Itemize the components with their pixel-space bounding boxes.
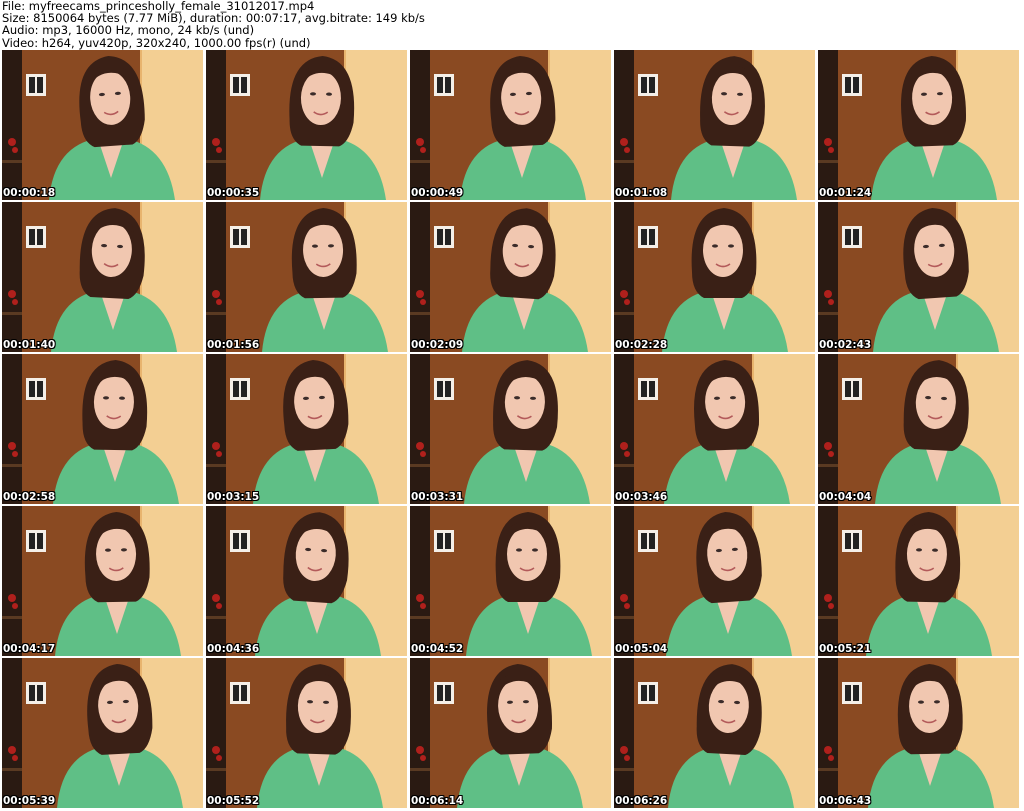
thumbnail-timestamp: 00:00:35	[207, 187, 260, 199]
video-thumbnail: 00:03:15	[206, 354, 407, 504]
thumbnail-frame-image	[410, 658, 611, 808]
video-thumbnail: 00:01:56	[206, 202, 407, 352]
thumbnail-frame-image	[2, 658, 203, 808]
thumbnail-timestamp: 00:04:17	[3, 643, 56, 655]
thumbnail-frame-image	[2, 50, 203, 200]
video-thumbnail: 00:05:21	[818, 506, 1019, 656]
thumbnail-timestamp: 00:02:28	[615, 339, 668, 351]
thumbnail-frame-image	[410, 354, 611, 504]
thumbnail-frame-image	[818, 506, 1019, 656]
thumbnail-frame-image	[410, 50, 611, 200]
video-thumbnail: 00:00:35	[206, 50, 407, 200]
thumbnail-frame-image	[2, 202, 203, 352]
video-info-line: Video: h264, yuv420p, 320x240, 1000.00 f…	[2, 35, 311, 50]
thumbnail-frame-image	[206, 354, 407, 504]
video-thumbnail: 00:06:43	[818, 658, 1019, 808]
thumbnail-frame-image	[206, 50, 407, 200]
thumbnail-frame-image	[614, 354, 815, 504]
thumbnail-frame-image	[410, 506, 611, 656]
thumbnail-timestamp: 00:04:36	[207, 643, 260, 655]
thumbnail-frame-image	[614, 50, 815, 200]
thumbnail-timestamp: 00:02:58	[3, 491, 56, 503]
video-thumbnail: 00:00:49	[410, 50, 611, 200]
thumbnail-timestamp: 00:05:39	[3, 795, 56, 807]
audio-info-line: Audio: mp3, 16000 Hz, mono, 24 kb/s (und…	[2, 23, 255, 38]
thumbnail-frame-image	[818, 50, 1019, 200]
video-thumbnail: 00:00:18	[2, 50, 203, 200]
thumbnail-timestamp: 00:02:43	[819, 339, 872, 351]
video-thumbnail: 00:01:40	[2, 202, 203, 352]
video-thumbnail: 00:02:43	[818, 202, 1019, 352]
thumbnail-frame-image	[206, 658, 407, 808]
thumbnail-frame-image	[614, 202, 815, 352]
thumbnail-timestamp: 00:01:56	[207, 339, 260, 351]
video-thumbnail: 00:01:08	[614, 50, 815, 200]
thumbnail-timestamp: 00:06:43	[819, 795, 872, 807]
thumbnail-timestamp: 00:01:08	[615, 187, 668, 199]
thumbnail-timestamp: 00:03:15	[207, 491, 260, 503]
thumbnail-timestamp: 00:04:04	[819, 491, 872, 503]
thumbnail-timestamp: 00:00:49	[411, 187, 464, 199]
video-thumbnail: 00:05:52	[206, 658, 407, 808]
thumbnail-grid: 00:00:18 00:00:35 00:00:49 00:01:08 00:0…	[2, 50, 1024, 811]
thumbnail-frame-image	[614, 506, 815, 656]
video-thumbnail: 00:05:39	[2, 658, 203, 808]
thumbnail-frame-image	[410, 202, 611, 352]
thumbnail-frame-image	[818, 354, 1019, 504]
video-thumbnail: 00:02:28	[614, 202, 815, 352]
video-thumbnail: 00:06:14	[410, 658, 611, 808]
file-info-header: File: myfreecams_princesholly_female_310…	[2, 0, 1022, 50]
video-thumbnail: 00:03:31	[410, 354, 611, 504]
thumbnail-timestamp: 00:01:40	[3, 339, 56, 351]
thumbnail-timestamp: 00:00:18	[3, 187, 56, 199]
video-thumbnail: 00:04:17	[2, 506, 203, 656]
video-thumbnail: 00:04:36	[206, 506, 407, 656]
thumbnail-timestamp: 00:02:09	[411, 339, 464, 351]
video-thumbnail: 00:05:04	[614, 506, 815, 656]
thumbnail-timestamp: 00:03:31	[411, 491, 464, 503]
thumbnail-timestamp: 00:03:46	[615, 491, 668, 503]
video-thumbnail: 00:03:46	[614, 354, 815, 504]
thumbnail-timestamp: 00:05:52	[207, 795, 260, 807]
thumbnail-frame-image	[206, 506, 407, 656]
thumbnail-frame-image	[2, 506, 203, 656]
thumbnail-timestamp: 00:05:21	[819, 643, 872, 655]
thumbnail-frame-image	[614, 658, 815, 808]
video-thumbnail: 00:02:09	[410, 202, 611, 352]
video-thumbnail: 00:01:24	[818, 50, 1019, 200]
thumbnail-timestamp: 00:04:52	[411, 643, 464, 655]
thumbnail-frame-image	[818, 658, 1019, 808]
video-thumbnail: 00:02:58	[2, 354, 203, 504]
thumbnail-frame-image	[2, 354, 203, 504]
thumbnail-timestamp: 00:05:04	[615, 643, 668, 655]
video-thumbnail: 00:04:04	[818, 354, 1019, 504]
video-thumbnail: 00:04:52	[410, 506, 611, 656]
thumbnail-frame-image	[818, 202, 1019, 352]
thumbnail-timestamp: 00:06:14	[411, 795, 464, 807]
thumbnail-timestamp: 00:06:26	[615, 795, 668, 807]
video-thumbnail: 00:06:26	[614, 658, 815, 808]
thumbnail-timestamp: 00:01:24	[819, 187, 872, 199]
thumbnail-frame-image	[206, 202, 407, 352]
